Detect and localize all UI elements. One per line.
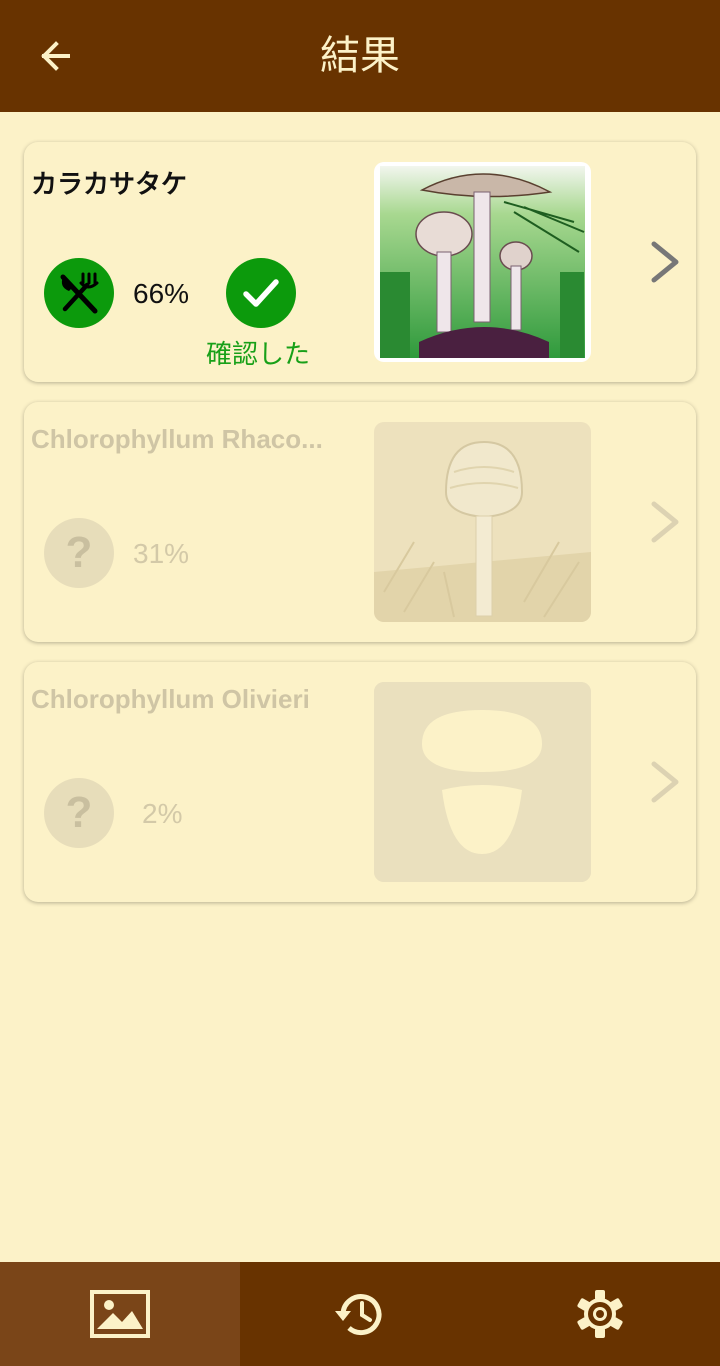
- result-card[interactable]: Chlorophyllum Olivieri ? 2%: [24, 662, 696, 902]
- verified-label: 確認した: [206, 340, 311, 370]
- edibility-badge: ?: [44, 778, 114, 848]
- question-icon: ?: [65, 788, 93, 837]
- settings-gear-icon: [577, 1290, 623, 1338]
- page-title: 結果: [320, 33, 400, 79]
- edibility-badge: [44, 258, 114, 328]
- species-name: Chlorophyllum Rhaco...: [31, 424, 323, 454]
- species-placeholder: [374, 682, 591, 882]
- chevron-right-icon[interactable]: [644, 498, 688, 546]
- nav-history-tab[interactable]: [240, 1262, 480, 1366]
- match-percent: 66%: [133, 278, 190, 309]
- match-percent: 2%: [142, 798, 183, 829]
- verified-badge: [226, 258, 296, 328]
- app-bar: 結果: [0, 0, 720, 112]
- species-photo: [374, 422, 591, 622]
- history-icon: [335, 1294, 382, 1336]
- question-icon: ?: [65, 528, 93, 577]
- chevron-right-icon[interactable]: [644, 238, 688, 286]
- nav-image-tab[interactable]: [0, 1262, 240, 1366]
- chevron-right-icon[interactable]: [644, 758, 688, 806]
- check-icon: [243, 279, 279, 307]
- species-name: Chlorophyllum Olivieri: [31, 684, 310, 714]
- edibility-badge: ?: [44, 518, 114, 588]
- bottom-navigation: [0, 1262, 720, 1366]
- species-name: カラカサタケ: [31, 169, 188, 199]
- fork-knife-icon: [60, 272, 99, 314]
- image-icon: [90, 1290, 150, 1338]
- match-percent: 31%: [133, 538, 190, 569]
- result-card[interactable]: カラカサタケ 66% 確認した: [24, 142, 696, 382]
- species-photo: [374, 162, 591, 362]
- result-card[interactable]: Chlorophyllum Rhaco... ? 31%: [24, 402, 696, 642]
- mushroom-placeholder-icon: [374, 682, 591, 882]
- nav-settings-tab[interactable]: [480, 1262, 720, 1366]
